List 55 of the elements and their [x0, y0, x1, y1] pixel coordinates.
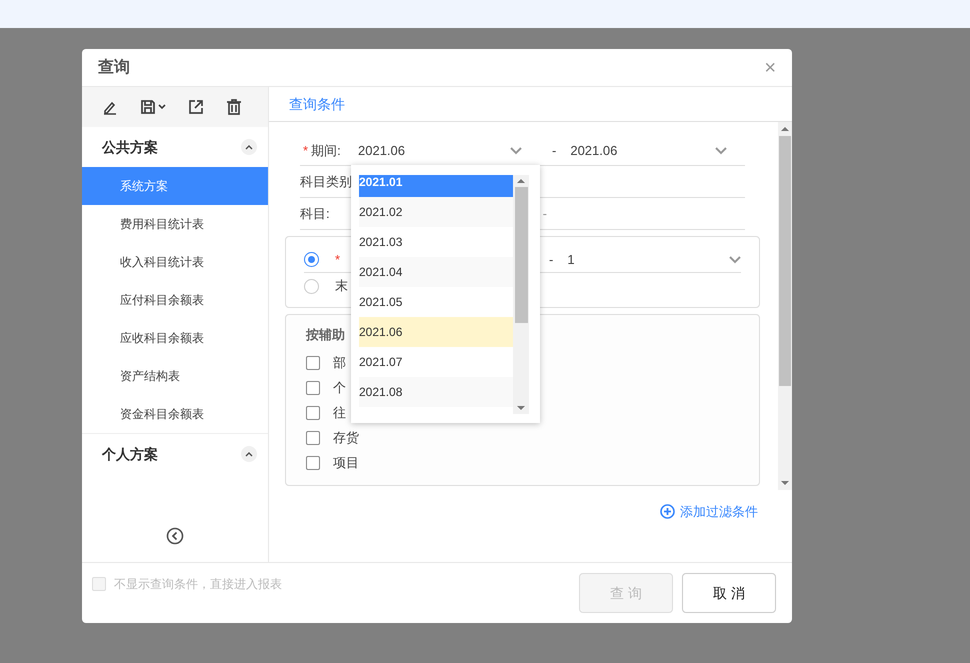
radio-button[interactable]	[304, 278, 319, 294]
field-label: 期间:	[311, 142, 341, 160]
required-mark: *	[335, 250, 340, 269]
period-start-select[interactable]: 2021.06	[358, 140, 524, 160]
chevron-down-icon[interactable]	[715, 146, 727, 154]
scrollbar[interactable]	[513, 175, 529, 414]
trash-icon[interactable]	[226, 99, 242, 115]
checkbox-label: 不显示查询条件，直接进入报表	[114, 576, 282, 593]
sidebar-item[interactable]: 应收科目余额表	[82, 319, 268, 357]
plus-circle-icon	[660, 504, 675, 520]
chevron-up-icon[interactable]	[245, 144, 253, 150]
checkbox-label: 往	[333, 404, 346, 422]
chevron-down-icon[interactable]	[510, 146, 522, 154]
checkbox[interactable]	[306, 431, 320, 445]
group-title: 公共方案	[102, 138, 158, 156]
dropdown-option[interactable]: 2021.06	[359, 317, 513, 347]
collapse-toggle[interactable]	[241, 139, 257, 155]
cancel-button[interactable]: 取 消	[682, 573, 776, 613]
checkbox[interactable]	[306, 381, 320, 395]
caret-icon[interactable]	[158, 104, 166, 110]
export-icon[interactable]	[188, 99, 204, 115]
field-label: 科目类别	[300, 172, 352, 191]
level-end-select[interactable]: 1	[567, 250, 741, 270]
period-end-select[interactable]: 2021.06	[570, 140, 745, 160]
sidebar-item[interactable]: 资产结构表	[82, 357, 268, 395]
dialog-title: 查询	[98, 58, 130, 78]
group-title: 个人方案	[102, 444, 158, 464]
checkbox-label: 项目	[333, 454, 359, 472]
checkbox[interactable]	[306, 406, 320, 420]
required-mark: *	[303, 142, 308, 160]
sidebar-item[interactable]: 收入科目统计表	[82, 243, 268, 281]
radio-button[interactable]	[304, 252, 319, 267]
option-label: 末	[335, 277, 348, 296]
collapse-toggle[interactable]	[241, 446, 257, 462]
field-label: 科目:	[300, 204, 330, 223]
checkbox[interactable]	[306, 356, 320, 370]
dropdown-option[interactable]: 2021.04	[359, 257, 513, 287]
checkbox[interactable]	[306, 456, 320, 470]
range-separator: -	[542, 204, 547, 223]
chevron-up-icon[interactable]	[245, 452, 253, 456]
checkbox-label: 存货	[333, 429, 359, 448]
collapse-sidebar-icon[interactable]	[166, 527, 184, 545]
pencil-icon[interactable]	[102, 99, 118, 115]
checkbox-label: 部	[333, 354, 346, 372]
card-title: 按辅助	[306, 326, 345, 344]
sidebar-item[interactable]: 资金科目余额表	[82, 395, 268, 433]
chevron-down-icon[interactable]	[729, 256, 741, 264]
checkbox-label: 个	[333, 379, 346, 398]
sidebar-item[interactable]: 应付科目余额表	[82, 281, 268, 319]
dropdown-option[interactable]: 2021.02	[359, 197, 513, 227]
scrollbar[interactable]	[778, 122, 792, 490]
range-separator: -	[549, 250, 554, 269]
range-separator: -	[552, 142, 556, 160]
dropdown-option[interactable]: 2021.08	[359, 377, 513, 407]
sidebar-item[interactable]: 费用科目统计表	[82, 205, 268, 243]
